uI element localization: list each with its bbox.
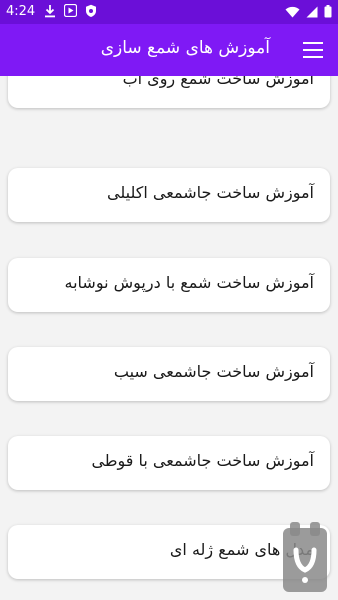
status-bar: 4:24 — [0, 0, 338, 24]
list-item[interactable]: آموزش ساخت جاشمعی سیب — [8, 347, 330, 401]
app-bar: آموزش های شمع سازی — [0, 24, 338, 76]
download-icon — [45, 5, 55, 18]
status-time: 4:24 — [6, 4, 36, 19]
system-icons — [285, 5, 332, 18]
battery-icon — [324, 5, 332, 18]
list-item-label: آموزش ساخت شمع روی آب — [122, 76, 314, 88]
play-protect-icon — [64, 4, 77, 17]
menu-icon[interactable] — [300, 37, 326, 63]
notification-icons — [44, 4, 97, 18]
list-item-label: آموزش ساخت جاشمعی با قوطی — [91, 451, 314, 470]
list-item-label: آموزش ساخت شمع با درپوش نوشابه — [64, 273, 314, 292]
shield-icon — [86, 4, 96, 17]
list-item[interactable]: آموزش ساخت جاشمعی اکلیلی — [8, 168, 330, 222]
bazaar-logo-icon[interactable] — [280, 520, 330, 596]
list-item-label: آموزش ساخت جاشمعی سیب — [113, 362, 314, 381]
list-item[interactable]: آموزش ساخت شمع با درپوش نوشابه — [8, 258, 330, 312]
signal-icon — [306, 6, 318, 17]
list-item[interactable]: آموزش ساخت جاشمعی با قوطی — [8, 436, 330, 490]
list-item[interactable]: آموزش ساخت شمع روی آب — [8, 76, 330, 108]
list-item-label: آموزش ساخت جاشمعی اکلیلی — [107, 183, 314, 202]
wifi-icon — [285, 6, 300, 17]
page-title: آموزش های شمع سازی — [100, 38, 270, 58]
